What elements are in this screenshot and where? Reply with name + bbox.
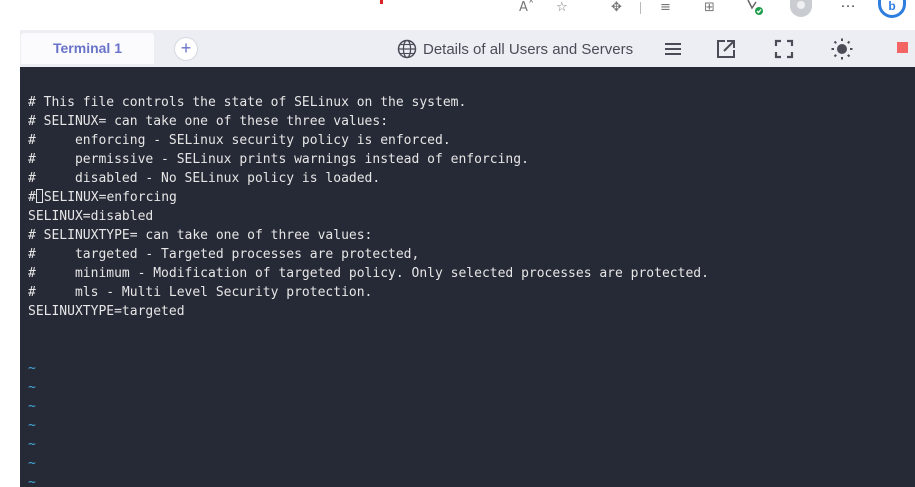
tilde-marker: ~ — [28, 399, 36, 414]
add-tab-button[interactable]: + — [174, 37, 198, 61]
tilde-marker: ~ — [28, 475, 36, 487]
tilde-marker: ~ — [28, 456, 36, 471]
tilde-marker: ~ — [28, 437, 36, 452]
terminal-line: # enforcing - SELinux security policy is… — [28, 133, 451, 148]
stop-session-button[interactable] — [897, 42, 908, 53]
terminal-screen[interactable]: # This file controls the state of SELinu… — [20, 67, 915, 487]
terminal-cursor-line: # SELINUX=enforcing — [28, 188, 709, 207]
fullscreen-icon[interactable] — [773, 38, 795, 60]
copilot-icon[interactable]: b — [878, 0, 906, 18]
tilde-marker: ~ — [28, 361, 36, 376]
browser-toolbar: Aˆ ☆ ✥ ≡ ⊞ … b — [0, 0, 915, 30]
terminal-line: SELINUXTYPE=targeted — [28, 304, 185, 319]
menu-icon[interactable] — [662, 38, 684, 60]
tilde-marker: ~ — [28, 380, 36, 395]
terminal-line: # targeted - Targeted processes are prot… — [28, 247, 420, 262]
terminal-line: # This file controls the state of SELinu… — [28, 95, 467, 110]
terminal-line: # mls - Multi Level Security protection. — [28, 285, 373, 300]
line-rest: SELINUX=enforcing — [43, 190, 177, 205]
line-prefix: # — [28, 190, 36, 205]
terminal-line: # SELINUX= can take one of these three v… — [28, 114, 389, 129]
terminal-line: # permissive - SELinux prints warnings i… — [28, 152, 529, 167]
add-collection-icon[interactable]: ⊞ — [704, 0, 715, 16]
text-cursor — [35, 189, 43, 203]
terminal-line: # SELINUXTYPE= can take one of three val… — [28, 228, 373, 243]
brightness-icon[interactable] — [831, 38, 853, 60]
font-size-icon[interactable]: Aˆ — [519, 0, 534, 16]
more-options-icon[interactable]: … — [840, 0, 857, 12]
collections-icon[interactable]: ≡ — [660, 0, 671, 16]
terminal-header: Terminal 1 + Details of all Users and Se… — [20, 30, 915, 67]
globe-icon[interactable] — [397, 39, 417, 59]
open-external-icon[interactable] — [715, 38, 737, 60]
recording-indicator — [380, 0, 383, 4]
empty-buffer-markers: ~ ~ ~ ~ ~ ~ ~ — [28, 359, 36, 487]
profile-avatar[interactable] — [790, 0, 812, 17]
toolbar-divider — [640, 2, 641, 14]
extensions-icon[interactable]: ✥ — [611, 0, 622, 16]
terminal-line: SELINUX=disabled — [28, 209, 154, 224]
terminal-line: # minimum - Modification of targeted pol… — [28, 266, 709, 281]
terminal-line: # disabled - No SELinux policy is loaded… — [28, 171, 381, 186]
favorite-star-icon[interactable]: ☆ — [556, 0, 568, 16]
file-content: # This file controls the state of SELinu… — [28, 93, 709, 321]
security-extension-icon[interactable] — [746, 0, 764, 16]
details-users-servers-link[interactable]: Details of all Users and Servers — [423, 41, 633, 59]
tab-terminal-1[interactable]: Terminal 1 — [21, 33, 154, 64]
tilde-marker: ~ — [28, 418, 36, 433]
